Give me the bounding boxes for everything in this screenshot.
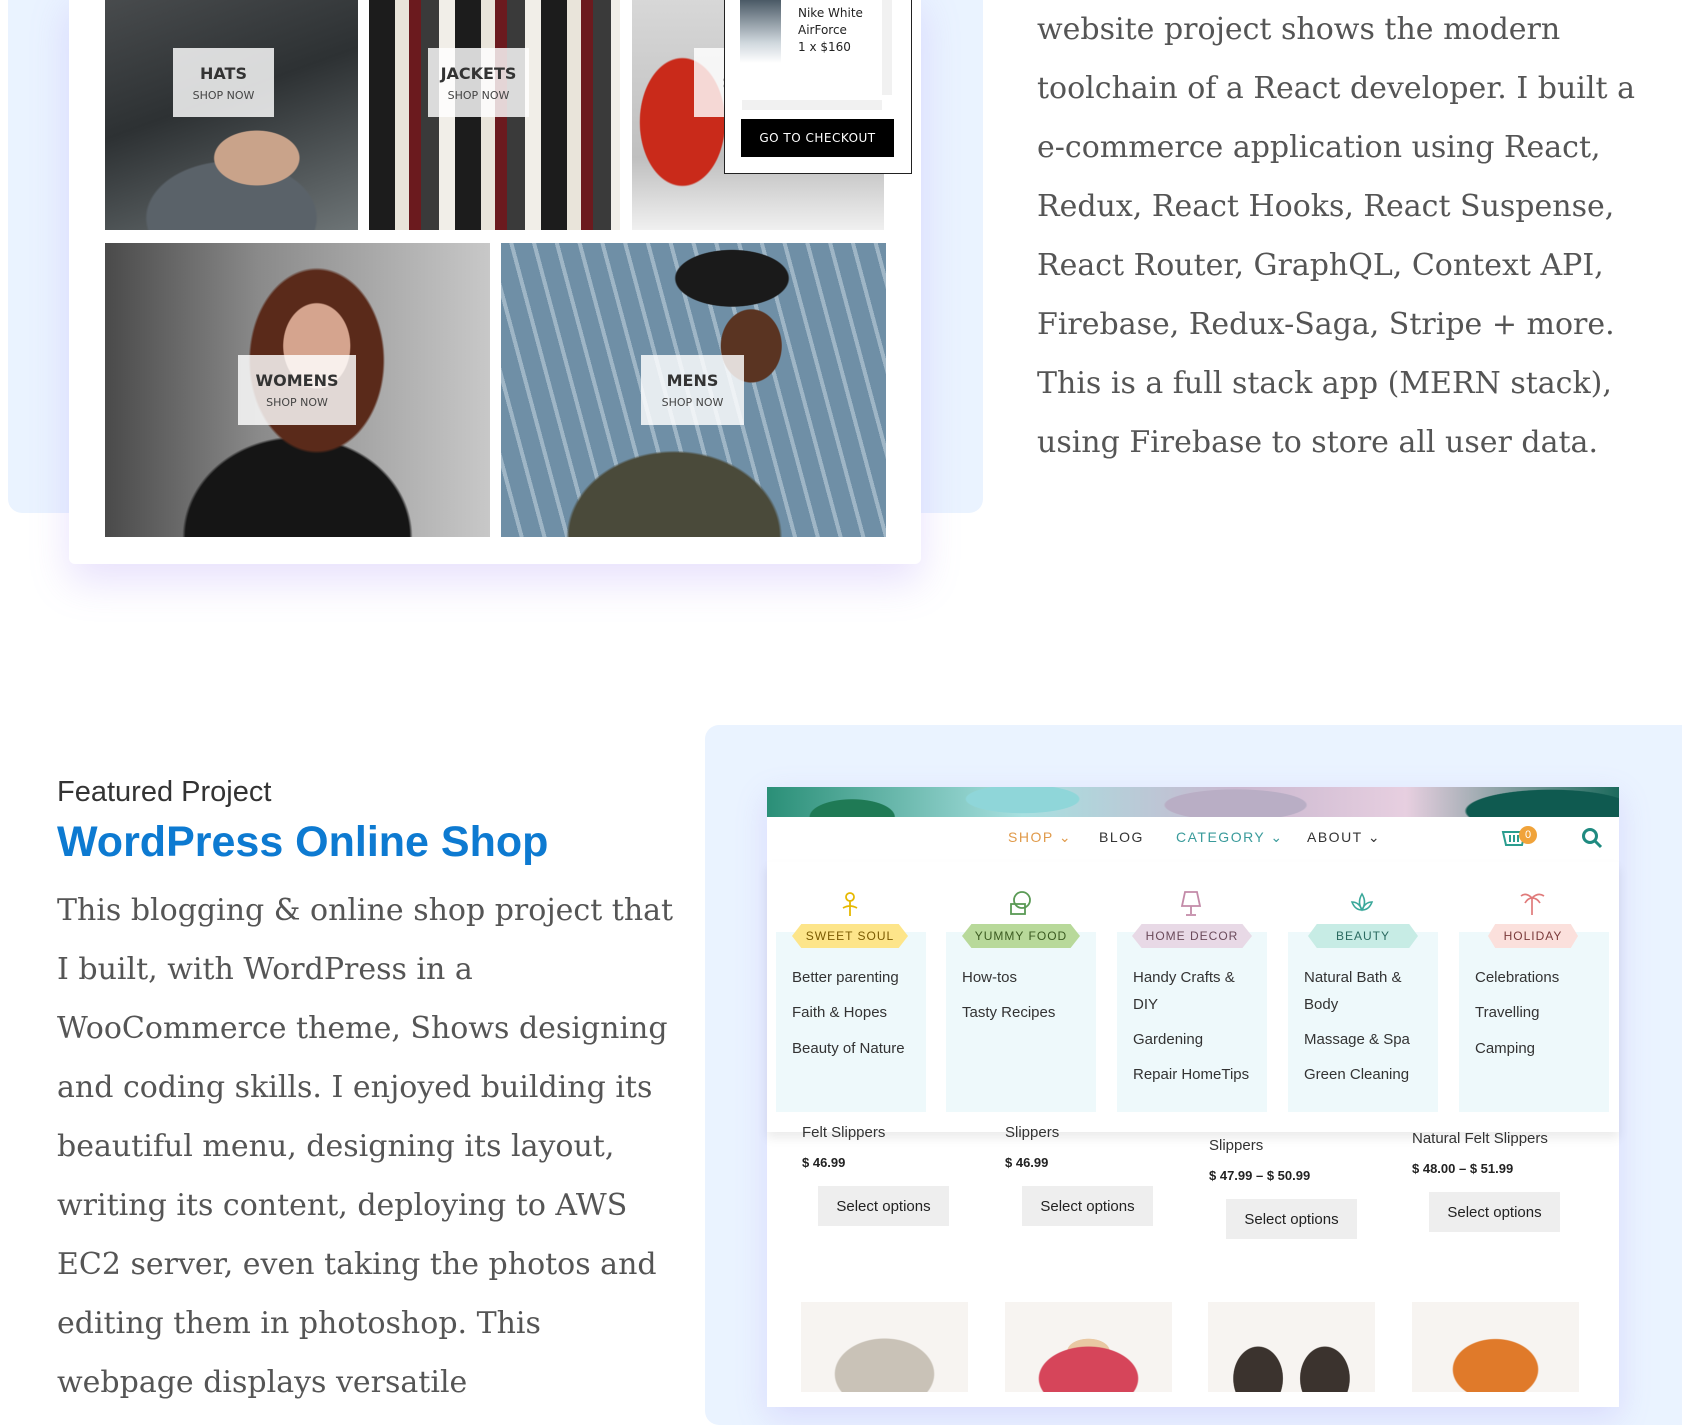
menu-link[interactable]: Travelling bbox=[1475, 1004, 1539, 1021]
project-description: website project shows the modern toolcha… bbox=[1037, 12, 1635, 460]
sunflower-icon bbox=[842, 892, 858, 916]
menu-column-sweet-soul bbox=[776, 932, 926, 1112]
hats-label[interactable]: HATS SHOP NOW bbox=[173, 48, 274, 117]
select-options-button[interactable]: Select options bbox=[1226, 1199, 1357, 1239]
nav-category-label: CATEGORY bbox=[1176, 829, 1266, 845]
search-icon[interactable] bbox=[1581, 827, 1603, 849]
mens-category-tile[interactable]: MENS SHOP NOW bbox=[501, 243, 886, 537]
nav-category[interactable]: CATEGORY ⌄ bbox=[1176, 829, 1284, 846]
tag-label: BEAUTY bbox=[1335, 929, 1390, 943]
menu-link[interactable]: Green Cleaning bbox=[1304, 1066, 1409, 1083]
select-options-button[interactable]: Select options bbox=[818, 1186, 949, 1226]
menu-link[interactable]: Tasty Recipes bbox=[962, 1004, 1055, 1021]
hats-category-tile[interactable]: HATS SHOP NOW bbox=[105, 0, 358, 230]
cart-item-image bbox=[740, 0, 781, 63]
chef-hat-icon bbox=[1010, 891, 1031, 915]
brown-slipper-image[interactable] bbox=[1208, 1302, 1375, 1392]
mens-label[interactable]: MENS SHOP NOW bbox=[641, 355, 744, 425]
menu-link[interactable]: Handy Crafts & bbox=[1133, 969, 1235, 986]
menu-link[interactable]: Better parenting bbox=[792, 969, 899, 986]
product-price: $ 46.99 bbox=[802, 1155, 846, 1170]
menu-link[interactable]: DIY bbox=[1133, 996, 1158, 1013]
menu-link[interactable]: Camping bbox=[1475, 1040, 1535, 1057]
category-title: MENS bbox=[666, 371, 719, 390]
menu-column-beauty bbox=[1288, 932, 1438, 1112]
category-title: HATS bbox=[200, 63, 247, 83]
product-name[interactable]: Felt Slippers bbox=[802, 1124, 885, 1141]
cart-item-qty: 1 x $160 bbox=[798, 40, 851, 54]
menu-link[interactable]: Faith & Hopes bbox=[792, 1004, 887, 1021]
menu-link[interactable]: Body bbox=[1304, 996, 1338, 1013]
shop-now-label: SHOP NOW bbox=[447, 88, 510, 102]
menu-column-holiday bbox=[1459, 932, 1609, 1112]
shop-now-label: SHOP NOW bbox=[661, 396, 724, 409]
select-options-button[interactable]: Select options bbox=[1022, 1186, 1153, 1226]
tag-label: SWEET SOUL bbox=[805, 929, 895, 943]
product-name[interactable]: Natural Felt Slippers bbox=[1412, 1130, 1548, 1147]
shop-now-label: SHOP NOW bbox=[266, 396, 328, 409]
cart-vertical-scrollbar[interactable] bbox=[882, 0, 892, 95]
menu-link[interactable]: How-tos bbox=[962, 969, 1017, 986]
nav-blog[interactable]: BLOG bbox=[1099, 829, 1144, 845]
tag-yummy-food[interactable]: YUMMY FOOD bbox=[962, 924, 1080, 948]
jackets-label[interactable]: JACKETS SHOP NOW bbox=[428, 48, 529, 117]
product-price: $ 46.99 bbox=[1005, 1155, 1049, 1170]
menu-link[interactable]: Celebrations bbox=[1475, 969, 1559, 986]
womens-label[interactable]: WOMENS SHOP NOW bbox=[238, 355, 356, 425]
select-options-button[interactable]: Select options bbox=[1429, 1192, 1560, 1232]
header-banner bbox=[767, 787, 1619, 817]
menu-link[interactable]: Massage & Spa bbox=[1304, 1031, 1410, 1048]
project-title[interactable]: WordPress Online Shop bbox=[57, 818, 548, 867]
project-description: This blogging & online shop project that… bbox=[57, 893, 674, 1400]
product-name[interactable]: Slippers bbox=[1005, 1124, 1059, 1141]
category-title: WOMENS bbox=[255, 371, 339, 390]
menu-link[interactable]: Gardening bbox=[1133, 1031, 1203, 1048]
womens-category-tile[interactable]: WOMENS SHOP NOW bbox=[105, 243, 490, 537]
menu-link[interactable]: Beauty of Nature bbox=[792, 1040, 905, 1057]
cart-count-badge: 0 bbox=[1519, 826, 1537, 844]
menu-column-home-decor bbox=[1117, 932, 1267, 1112]
product-price: $ 47.99 – $ 50.99 bbox=[1209, 1168, 1311, 1183]
lotus-icon bbox=[1350, 892, 1374, 912]
tag-label: YUMMY FOOD bbox=[974, 929, 1068, 943]
tag-beauty[interactable]: BEAUTY bbox=[1308, 924, 1418, 948]
tag-holiday[interactable]: HOLIDAY bbox=[1488, 924, 1578, 948]
product-price: $ 48.00 – $ 51.99 bbox=[1412, 1161, 1514, 1176]
tag-label: HOME DECOR bbox=[1145, 929, 1239, 943]
palm-tree-icon bbox=[1520, 893, 1545, 915]
nav-about[interactable]: ABOUT ⌄ bbox=[1307, 829, 1381, 846]
jackets-category-tile[interactable]: JACKETS SHOP NOW bbox=[369, 0, 620, 230]
menu-link[interactable]: Natural Bath & bbox=[1304, 969, 1402, 986]
cart-horizontal-scrollbar[interactable] bbox=[742, 100, 882, 110]
menu-link[interactable]: Repair HomeTips bbox=[1133, 1066, 1249, 1083]
red-slipper-image[interactable] bbox=[1005, 1302, 1172, 1392]
shop-now-label: SHOP NOW bbox=[192, 88, 255, 102]
lamp-icon bbox=[1180, 891, 1202, 916]
nav-shop[interactable]: SHOP ⌄ bbox=[1008, 829, 1072, 846]
felt-slipper-image[interactable] bbox=[801, 1302, 968, 1392]
menu-column-yummy-food bbox=[946, 932, 1096, 1112]
go-to-checkout-button[interactable]: GO TO CHECKOUT bbox=[741, 119, 894, 157]
nav-about-label: ABOUT bbox=[1307, 829, 1363, 845]
category-title: JACKETS bbox=[440, 63, 517, 83]
tag-sweet-soul[interactable]: SWEET SOUL bbox=[792, 924, 908, 948]
featured-project-label: Featured Project bbox=[57, 776, 272, 808]
tag-home-decor[interactable]: HOME DECOR bbox=[1132, 924, 1252, 948]
orange-scarf-image[interactable] bbox=[1412, 1302, 1579, 1392]
tag-label: HOLIDAY bbox=[1503, 929, 1563, 943]
nav-shop-label: SHOP bbox=[1008, 829, 1054, 845]
product-name[interactable]: Slippers bbox=[1209, 1137, 1263, 1154]
